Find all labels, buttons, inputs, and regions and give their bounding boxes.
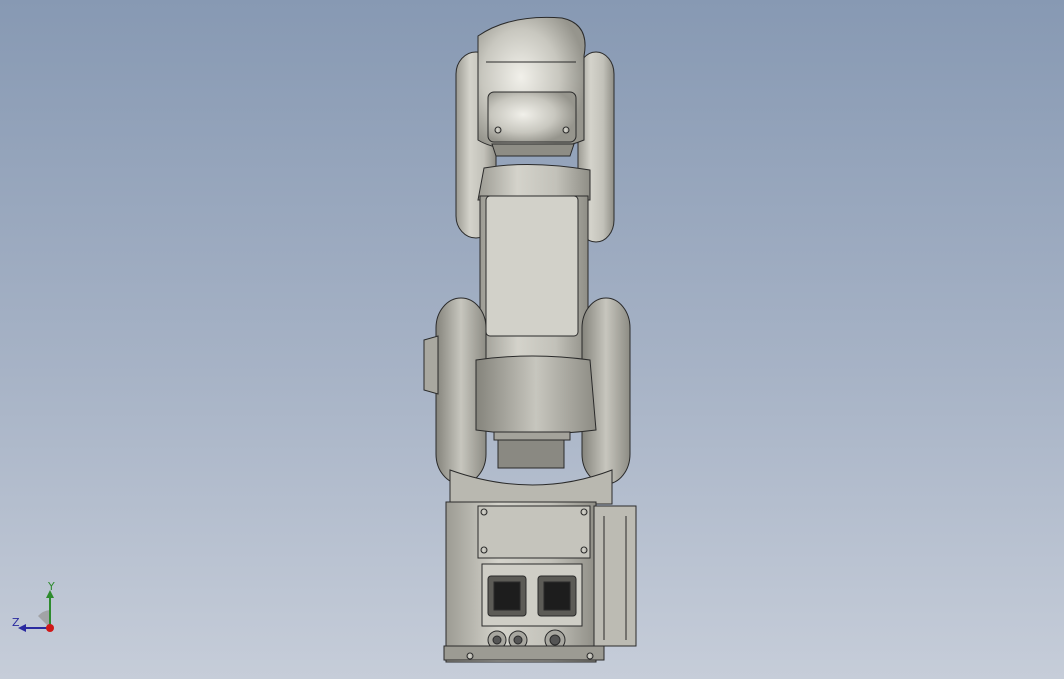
wrist-plate — [487, 91, 577, 143]
motor-block — [497, 435, 565, 469]
axis-triad: Y Z — [8, 576, 68, 636]
shoulder-housing — [475, 355, 597, 435]
robot-arm-model — [423, 16, 637, 663]
x-axis-icon — [46, 624, 54, 632]
z-axis-label: Z — [12, 616, 20, 629]
forearm-bridge — [477, 163, 591, 201]
y-axis-label: Y — [48, 580, 55, 593]
base-side-box — [593, 505, 637, 647]
base-upper-panel — [477, 505, 591, 559]
3d-viewport[interactable]: Y Z — [0, 0, 1064, 679]
shoulder-cap — [423, 335, 439, 395]
upper-arm-cover — [485, 195, 579, 337]
